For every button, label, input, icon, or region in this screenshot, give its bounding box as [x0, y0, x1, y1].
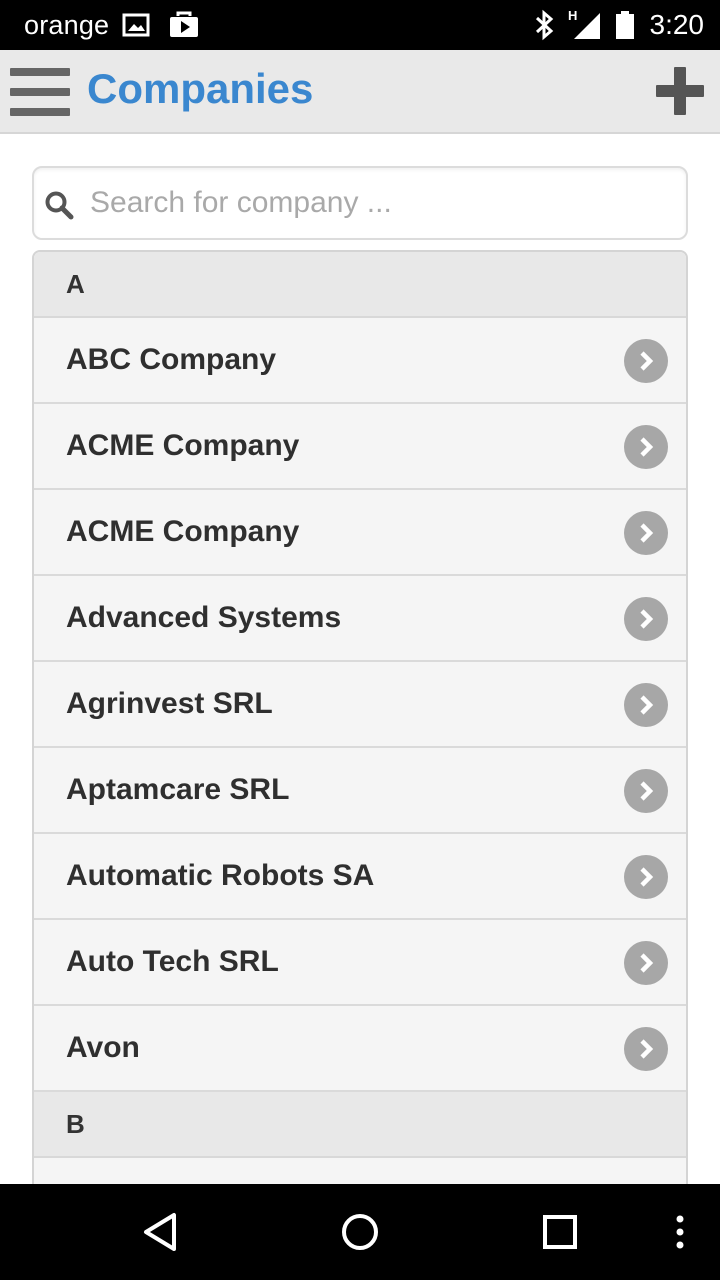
list-item[interactable]: Advanced Systems [34, 576, 686, 662]
company-name: Automatic Robots SA [66, 859, 375, 892]
chevron-right-icon [624, 597, 668, 641]
chevron-right-icon [624, 855, 668, 899]
list-item[interactable]: ACME Company [34, 490, 686, 576]
recents-icon[interactable] [520, 1184, 600, 1280]
company-name: Auto Tech SRL [66, 945, 279, 978]
chevron-right-icon [624, 1027, 668, 1071]
app-header: Companies [0, 50, 720, 134]
shopping-bag-icon [168, 0, 200, 50]
company-name: Agrinvest SRL [66, 687, 273, 720]
system-nav-bar [0, 1184, 720, 1280]
clock: 3:20 [649, 9, 705, 40]
chevron-right-icon [624, 683, 668, 727]
carrier-name: orange [24, 10, 110, 40]
overflow-menu-icon[interactable] [660, 1184, 700, 1280]
search-box [32, 166, 688, 240]
list-item[interactable]: Avon [34, 1006, 686, 1092]
company-list: A ABC Company ACME Company ACME Company … [32, 250, 688, 1244]
list-item[interactable]: Automatic Robots SA [34, 834, 686, 920]
company-name: Advanced Systems [66, 601, 342, 634]
section-divider-b: B [34, 1092, 686, 1158]
back-icon[interactable] [120, 1184, 200, 1280]
chevron-right-icon [624, 425, 668, 469]
page-title: Companies [87, 65, 314, 112]
company-name: ABC Company [66, 343, 277, 376]
network-type: H [568, 8, 578, 23]
hamburger-menu-icon[interactable] [10, 68, 70, 116]
bluetooth-icon [532, 0, 556, 50]
list-item[interactable]: ACME Company [34, 404, 686, 490]
signal-icon: H [566, 0, 602, 50]
status-bar: orange H 3:20 [0, 0, 720, 50]
image-icon [122, 0, 150, 50]
battery-icon [614, 0, 636, 50]
company-name: Avon [66, 1031, 140, 1064]
chevron-right-icon [624, 941, 668, 985]
search-icon [44, 190, 74, 220]
list-item[interactable]: Agrinvest SRL [34, 662, 686, 748]
section-divider-a: A [34, 252, 686, 318]
company-name: Aptamcare SRL [66, 773, 290, 806]
company-name: ACME Company [66, 429, 300, 462]
chevron-right-icon [624, 339, 668, 383]
list-item[interactable]: Auto Tech SRL [34, 920, 686, 1006]
list-item[interactable]: ABC Company [34, 318, 686, 404]
plus-icon[interactable] [656, 67, 704, 115]
search-input[interactable] [90, 178, 670, 228]
company-name: ACME Company [66, 515, 300, 548]
chevron-right-icon [624, 769, 668, 813]
home-icon[interactable] [320, 1184, 400, 1280]
list-item[interactable]: Aptamcare SRL [34, 748, 686, 834]
chevron-right-icon [624, 511, 668, 555]
